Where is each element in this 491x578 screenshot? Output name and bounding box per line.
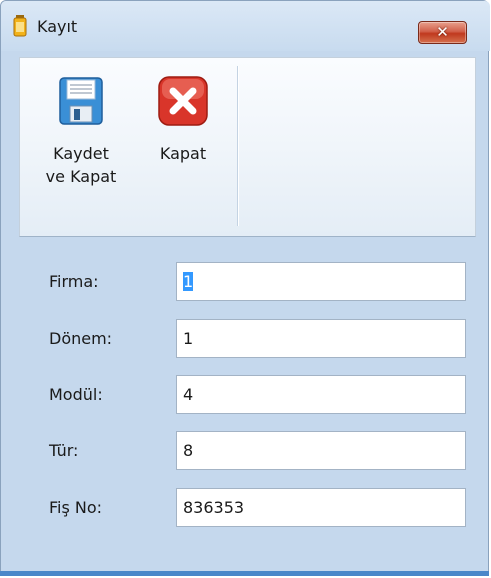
- tur-value: 8: [183, 441, 194, 460]
- save-and-close-label-1: Kaydet: [53, 144, 109, 163]
- firma-value: 1: [183, 272, 194, 291]
- modul-input[interactable]: 4: [176, 375, 466, 414]
- close-icon: ✕: [436, 23, 449, 41]
- fis-no-value: 836353: [183, 498, 245, 517]
- fis-no-label: Fiş No:: [49, 498, 103, 517]
- app-icon: [13, 15, 27, 37]
- form-row-firma: Firma: 1: [20, 262, 479, 302]
- fis-no-input[interactable]: 836353: [176, 488, 466, 527]
- window-close-button[interactable]: ✕: [418, 21, 467, 44]
- donem-label: Dönem:: [49, 329, 113, 348]
- form-row-modul: Modül: 4: [20, 375, 479, 415]
- donem-input[interactable]: 1: [176, 319, 466, 358]
- kayit-window: Kayıt ✕ Kaydet ve Kapat Kapat Firma: 1 D…: [0, 0, 491, 578]
- firma-input[interactable]: 1: [176, 262, 466, 301]
- window-bottom-edge: [0, 571, 489, 576]
- save-and-close-button[interactable]: Kaydet ve Kapat: [31, 74, 131, 188]
- title-bar[interactable]: Kayıt ✕: [1, 1, 490, 51]
- form-row-donem: Dönem: 1: [20, 319, 479, 359]
- donem-value: 1: [183, 329, 194, 348]
- toolbar-separator: [237, 66, 238, 226]
- save-and-close-label-2: ve Kapat: [45, 167, 117, 186]
- record-form: Firma: 1 Dönem: 1 Modül: 4 Tür: 8 Fiş No…: [20, 244, 479, 554]
- close-button[interactable]: Kapat: [143, 74, 223, 165]
- window-title: Kayıt: [37, 17, 78, 36]
- floppy-disk-icon: [59, 77, 103, 125]
- firma-label: Firma:: [49, 272, 99, 291]
- form-row-fis-no: Fiş No: 836353: [20, 488, 479, 528]
- form-row-tur: Tür: 8: [20, 431, 479, 471]
- tur-label: Tür:: [49, 441, 79, 460]
- close-label: Kapat: [159, 144, 207, 163]
- tur-input[interactable]: 8: [176, 431, 466, 470]
- modul-value: 4: [183, 385, 194, 404]
- modul-label: Modül:: [49, 385, 103, 404]
- red-x-icon: [158, 76, 208, 126]
